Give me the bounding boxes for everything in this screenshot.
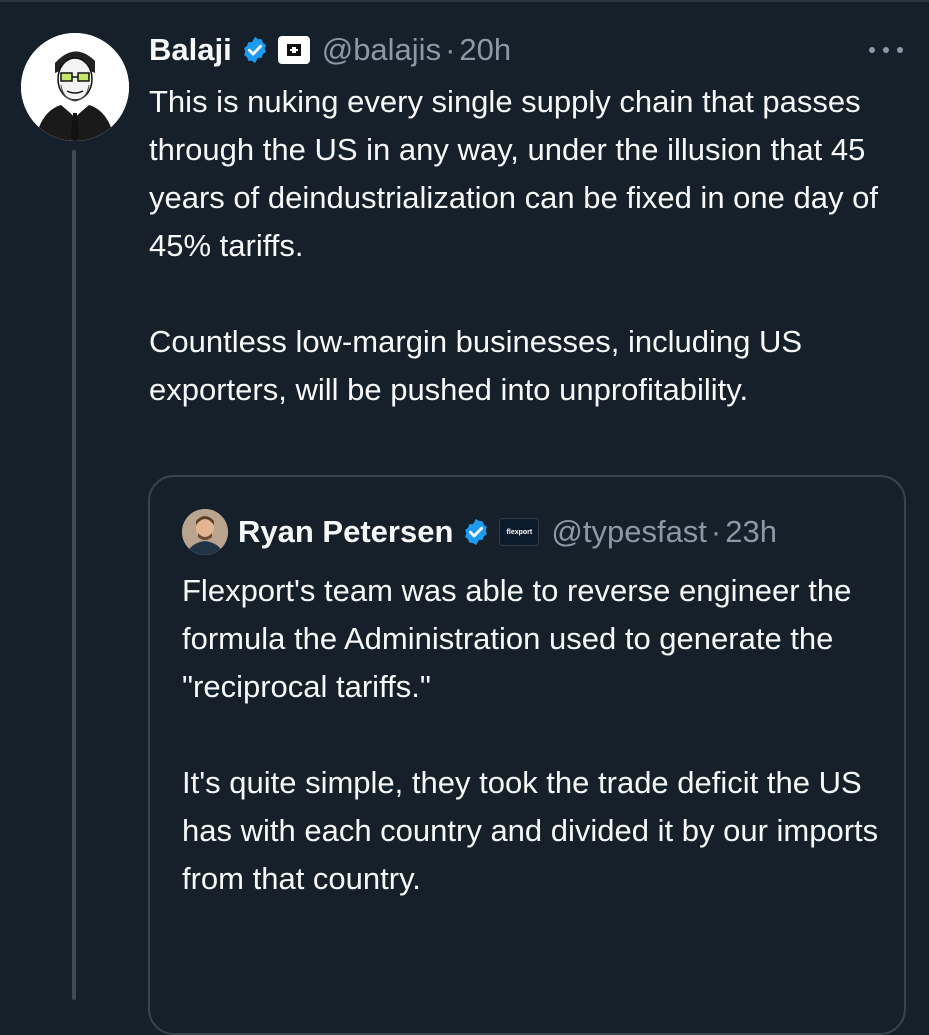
quoted-tweet-paragraph: Flexport's team was able to reverse engi… [182,573,852,704]
affiliation-badge-icon[interactable] [277,36,310,64]
verified-badge-icon[interactable] [461,517,491,547]
tweet-paragraph: Countless low-margin businesses, includi… [149,324,803,407]
flexport-affiliation-badge[interactable]: flexport [499,518,540,546]
quoted-author-avatar[interactable] [182,509,228,555]
quoted-author-name[interactable]: Ryan Petersen [238,514,453,550]
author-avatar[interactable] [21,33,129,141]
quoted-author-handle[interactable]: @typesfast [551,514,707,550]
separator-dot: · [445,32,456,67]
quoted-tweet-header: Ryan Petersen flexport @typesfast · 23h [182,509,777,555]
verified-badge-icon[interactable] [240,35,270,65]
tweet-header: Balaji @balajis · 20h [149,27,511,73]
quoted-tweet-card[interactable]: Ryan Petersen flexport @typesfast · 23h … [148,475,906,1035]
tweet-body: This is nuking every single supply chain… [149,78,909,414]
author-handle[interactable]: @balajis [322,32,441,68]
sketch-portrait-avatar-icon [21,33,129,141]
quoted-tweet-body: Flexport's team was able to reverse engi… [182,567,882,903]
quoted-tweet-paragraph: It's quite simple, they took the trade d… [182,765,879,896]
top-divider [0,0,929,2]
quoted-tweet-timestamp[interactable]: 23h [725,514,777,550]
author-name[interactable]: Balaji [149,32,232,68]
thread-line [72,150,76,1000]
separator-dot: · [710,514,722,549]
tweet-paragraph: This is nuking every single supply chain… [149,84,878,263]
more-options-icon[interactable] [869,40,903,60]
tweet-timestamp[interactable]: 20h [459,32,511,68]
